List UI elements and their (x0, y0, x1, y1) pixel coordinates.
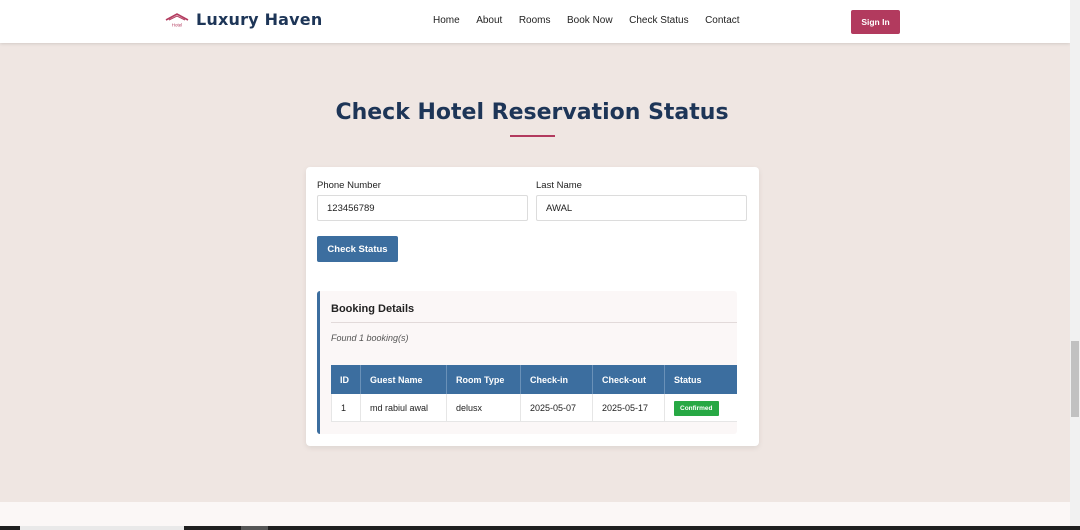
last-name-label: Last Name (536, 180, 582, 191)
title-underline (510, 135, 555, 137)
table-row: 1 md rabiul awal delusx 2025-05-07 2025-… (331, 394, 737, 422)
hotel-logo-icon: Hotel (165, 12, 189, 27)
cell-status: Confirmed (665, 394, 737, 422)
cell-id: 1 (331, 394, 361, 422)
nav-link-book-now[interactable]: Book Now (567, 15, 613, 26)
column-header-status: Status (674, 374, 702, 385)
page-scrollbar[interactable] (1070, 0, 1080, 530)
booking-details-title: Booking Details (331, 303, 415, 315)
nav-link-home[interactable]: Home (433, 15, 460, 26)
last-name-input[interactable] (536, 195, 747, 221)
table-header: ID Guest Name Room Type Check-in Check-o… (331, 365, 737, 394)
footer-strip (0, 502, 1070, 526)
cell-guest-name: md rabiul awal (361, 394, 447, 422)
nav-link-rooms[interactable]: Rooms (519, 15, 551, 26)
column-header-room-type: Room Type (447, 365, 521, 394)
cell-check-out: 2025-05-17 (593, 394, 665, 422)
check-status-button[interactable]: Check Status (317, 236, 398, 262)
phone-number-input[interactable] (317, 195, 528, 221)
divider (331, 322, 737, 323)
nav-link-about[interactable]: About (476, 15, 502, 26)
booking-details-panel: Booking Details Found 1 booking(s) ID Gu… (317, 291, 737, 434)
top-navbar: Hotel Luxury Haven Home About Rooms Book… (0, 0, 1070, 43)
sign-in-button[interactable]: Sign In (851, 10, 900, 34)
cell-room-type: delusx (447, 394, 521, 422)
bottom-bar-segment (241, 526, 268, 530)
status-check-card: Phone Number Last Name Check Status Book… (306, 167, 759, 446)
brand-name: Luxury Haven (196, 10, 323, 29)
column-header-id: ID (331, 365, 361, 394)
column-header-check-out: Check-out (593, 365, 665, 394)
page-title: Check Hotel Reservation Status (335, 100, 729, 125)
status-badge: Confirmed (674, 400, 719, 416)
nav-link-contact[interactable]: Contact (705, 15, 739, 26)
column-header-check-in: Check-in (521, 365, 593, 394)
phone-number-label: Phone Number (317, 180, 381, 191)
svg-text:Hotel: Hotel (172, 22, 183, 27)
column-header-guest-name: Guest Name (361, 365, 447, 394)
bookings-found-text: Found 1 booking(s) (331, 333, 409, 343)
nav-links: Home About Rooms Book Now Check Status C… (433, 15, 756, 26)
nav-link-check-status[interactable]: Check Status (629, 15, 688, 26)
cell-check-in: 2025-05-07 (521, 394, 593, 422)
brand[interactable]: Hotel Luxury Haven (164, 10, 322, 29)
bottom-bar-segment (20, 526, 184, 530)
scrollbar-thumb[interactable] (1071, 341, 1079, 417)
bottom-bar (0, 526, 1080, 530)
